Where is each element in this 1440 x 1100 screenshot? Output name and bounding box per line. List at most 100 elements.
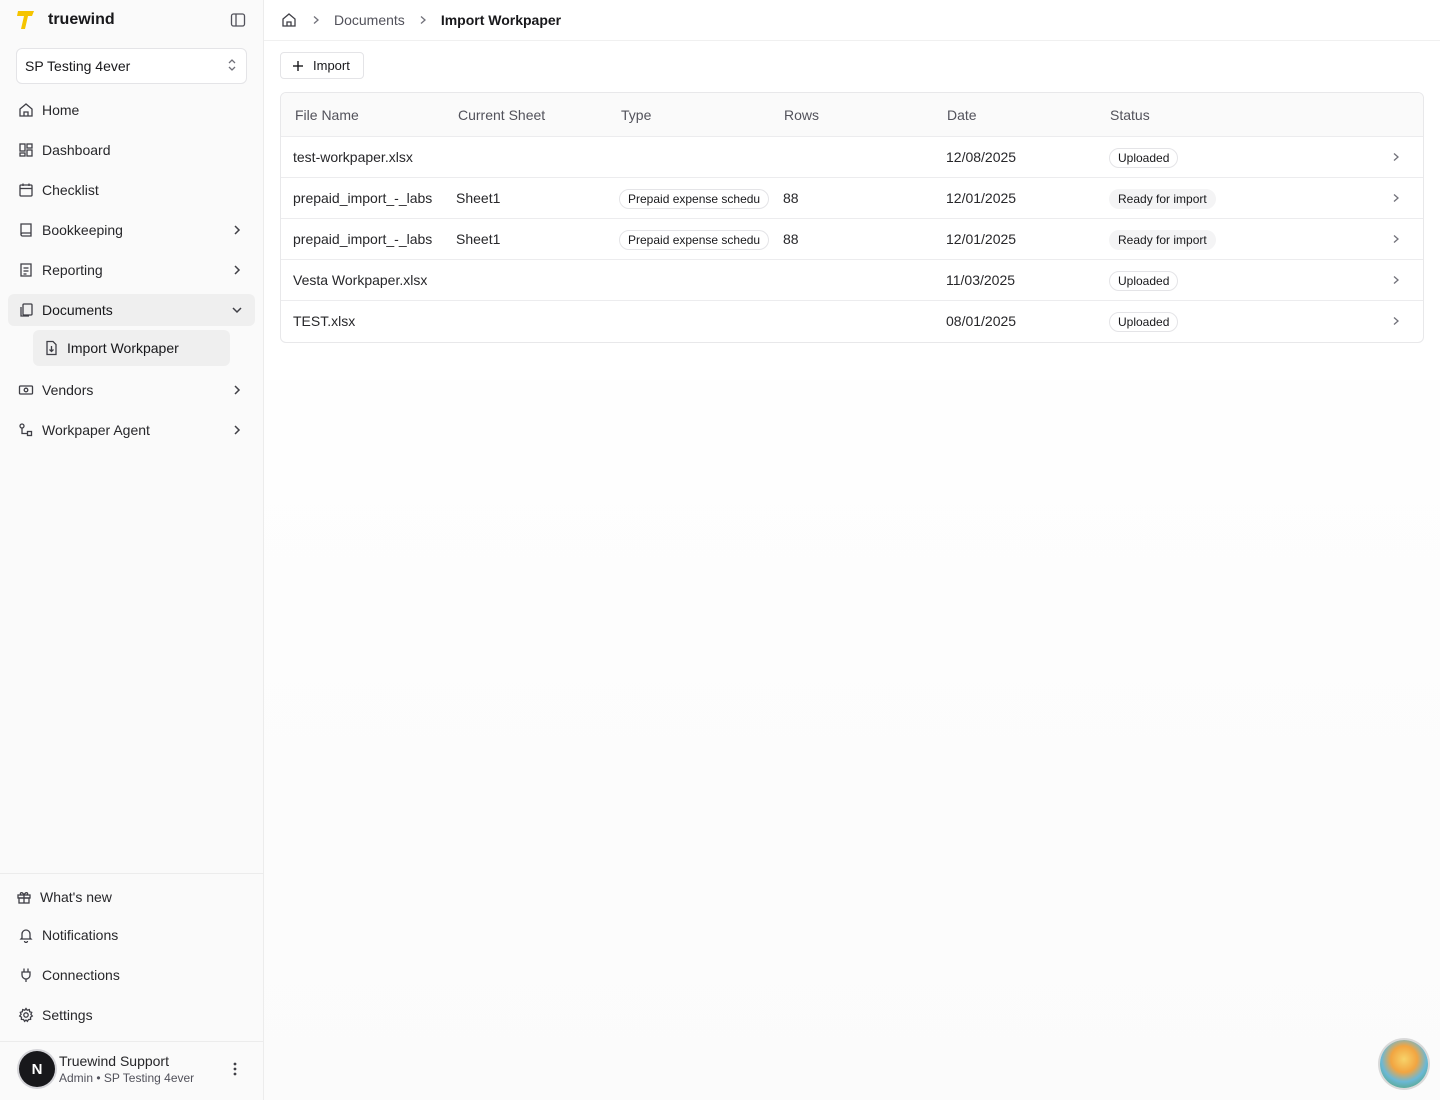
status-badge: Ready for import	[1109, 230, 1216, 250]
nav-item-dashboard[interactable]: Dashboard	[8, 134, 255, 166]
column-header-type[interactable]: Type	[621, 107, 651, 123]
user-profile[interactable]: N Truewind Support Admin • SP Testing 4e…	[19, 1045, 255, 1093]
nav-label: Settings	[42, 1007, 93, 1023]
nav-item-checklist[interactable]: Checklist	[8, 174, 255, 206]
user-role: Admin • SP Testing 4ever	[59, 1071, 195, 1085]
nav-label: Dashboard	[42, 142, 111, 158]
gift-icon	[16, 889, 32, 905]
cell-file-name: Vesta Workpaper.xlsx	[293, 272, 428, 288]
nav-label: Vendors	[42, 382, 94, 398]
nav-item-workpaper-agent[interactable]: Workpaper Agent	[8, 414, 255, 446]
cell-file-name: test-workpaper.xlsx	[293, 149, 413, 165]
plug-icon	[18, 967, 34, 983]
column-header-date[interactable]: Date	[947, 107, 977, 123]
gear-icon	[18, 1007, 34, 1023]
nav-label: Bookkeeping	[42, 222, 123, 238]
cell-date: 12/01/2025	[946, 231, 1017, 247]
table-row[interactable]: Vesta Workpaper.xlsx 11/03/2025 Uploaded	[281, 260, 1423, 301]
table-row[interactable]: prepaid_import_-_labs Sheet1 Prepaid exp…	[281, 178, 1423, 219]
chevron-right-icon	[229, 422, 245, 438]
workspace-name: SP Testing 4ever	[25, 58, 131, 74]
table-header: File Name Current Sheet Type Rows Date S…	[281, 93, 1423, 137]
cell-date: 08/01/2025	[946, 313, 1017, 329]
nav-label: Home	[42, 102, 80, 118]
sidebar-toggle-icon[interactable]	[228, 10, 248, 30]
brand-name: truewind	[48, 11, 115, 28]
nav-item-home[interactable]: Home	[8, 94, 255, 126]
brand[interactable]: truewind	[16, 8, 248, 32]
nav-item-documents[interactable]: Documents	[8, 294, 255, 326]
chevron-right-icon	[229, 222, 245, 238]
table-row[interactable]: test-workpaper.xlsx 12/08/2025 Uploaded	[281, 137, 1423, 178]
vendor-card-icon	[18, 382, 34, 398]
calendar-check-icon	[18, 182, 34, 198]
type-badge: Prepaid expense schedu	[619, 230, 770, 250]
nav-item-connections[interactable]: Connections	[8, 959, 255, 991]
user-text: Truewind Support Admin • SP Testing 4eve…	[59, 1053, 194, 1085]
nav-label: Documents	[42, 302, 113, 318]
status-badge: Uploaded	[1109, 148, 1179, 168]
header-divider	[264, 40, 1440, 41]
nav-item-whats-new[interactable]: What's new	[6, 881, 253, 913]
column-header-current-sheet[interactable]: Current Sheet	[458, 107, 545, 123]
status-badge: Uploaded	[1109, 271, 1179, 291]
nav-item-reporting[interactable]: Reporting	[8, 254, 255, 286]
nav-label: Notifications	[42, 927, 119, 943]
plus-icon	[291, 59, 305, 73]
chevrons-up-down-icon	[226, 58, 238, 75]
chevron-right-icon[interactable]	[1389, 273, 1403, 287]
breadcrumb: Documents Import Workpaper	[280, 8, 561, 32]
type-badge: Prepaid expense schedu	[619, 189, 770, 209]
nav-item-settings[interactable]: Settings	[8, 999, 255, 1031]
sidebar: truewind SP Testing 4ever Home Dashboard…	[0, 0, 264, 1100]
cell-date: 11/03/2025	[946, 272, 1016, 288]
chevron-right-icon	[229, 382, 245, 398]
nav-label: Checklist	[42, 182, 99, 198]
nav-label: What's new	[40, 889, 112, 905]
cell-rows: 88	[783, 190, 799, 206]
cell-date: 12/01/2025	[946, 190, 1017, 206]
user-name: Truewind Support	[59, 1053, 169, 1069]
home-icon[interactable]	[280, 11, 298, 29]
breadcrumb-documents[interactable]: Documents	[334, 12, 405, 28]
chevron-right-icon[interactable]	[1389, 191, 1403, 205]
nav-item-notifications[interactable]: Notifications	[8, 919, 255, 951]
chevron-right-icon[interactable]	[1389, 232, 1403, 246]
chevron-right-icon[interactable]	[1389, 314, 1403, 328]
table-row[interactable]: TEST.xlsx 08/01/2025 Uploaded	[281, 301, 1423, 342]
book-icon	[18, 222, 34, 238]
cell-date: 12/08/2025	[946, 149, 1017, 165]
import-button[interactable]: Import	[280, 52, 364, 79]
breadcrumb-current: Import Workpaper	[440, 12, 562, 28]
home-icon	[18, 102, 34, 118]
cell-file-name: prepaid_import_-_labs	[293, 231, 433, 247]
more-vertical-icon[interactable]	[227, 1061, 243, 1077]
main-background	[264, 380, 1440, 1100]
sidebar-divider	[0, 873, 263, 874]
cell-current-sheet: Sheet1	[456, 190, 501, 206]
avatar: N	[19, 1051, 55, 1087]
sidebar-divider	[0, 1041, 263, 1042]
nav-subitem-import-workpaper[interactable]: Import Workpaper	[33, 330, 230, 366]
chevron-down-icon	[229, 302, 245, 318]
status-badge: Ready for import	[1109, 189, 1216, 209]
nav-item-vendors[interactable]: Vendors	[8, 374, 255, 406]
file-import-icon	[43, 340, 59, 356]
status-badge: Uploaded	[1109, 312, 1179, 332]
cell-file-name: TEST.xlsx	[293, 313, 356, 329]
column-header-rows[interactable]: Rows	[784, 107, 819, 123]
table-row[interactable]: prepaid_import_-_labs Sheet1 Prepaid exp…	[281, 219, 1423, 260]
nav-label: Workpaper Agent	[42, 422, 150, 438]
column-header-file-name[interactable]: File Name	[295, 107, 359, 123]
workspace-selector[interactable]: SP Testing 4ever	[16, 48, 247, 84]
report-icon	[18, 262, 34, 278]
chevron-right-icon[interactable]	[1389, 150, 1403, 164]
column-header-status[interactable]: Status	[1110, 107, 1150, 123]
cell-file-name: prepaid_import_-_labs	[293, 190, 433, 206]
bell-icon	[18, 927, 34, 943]
truewind-logo-icon	[16, 9, 36, 31]
nav-item-bookkeeping[interactable]: Bookkeeping	[8, 214, 255, 246]
assistant-avatar-icon[interactable]	[1380, 1040, 1428, 1088]
workpaper-table: File Name Current Sheet Type Rows Date S…	[280, 92, 1424, 343]
nav-label: Connections	[42, 967, 120, 983]
